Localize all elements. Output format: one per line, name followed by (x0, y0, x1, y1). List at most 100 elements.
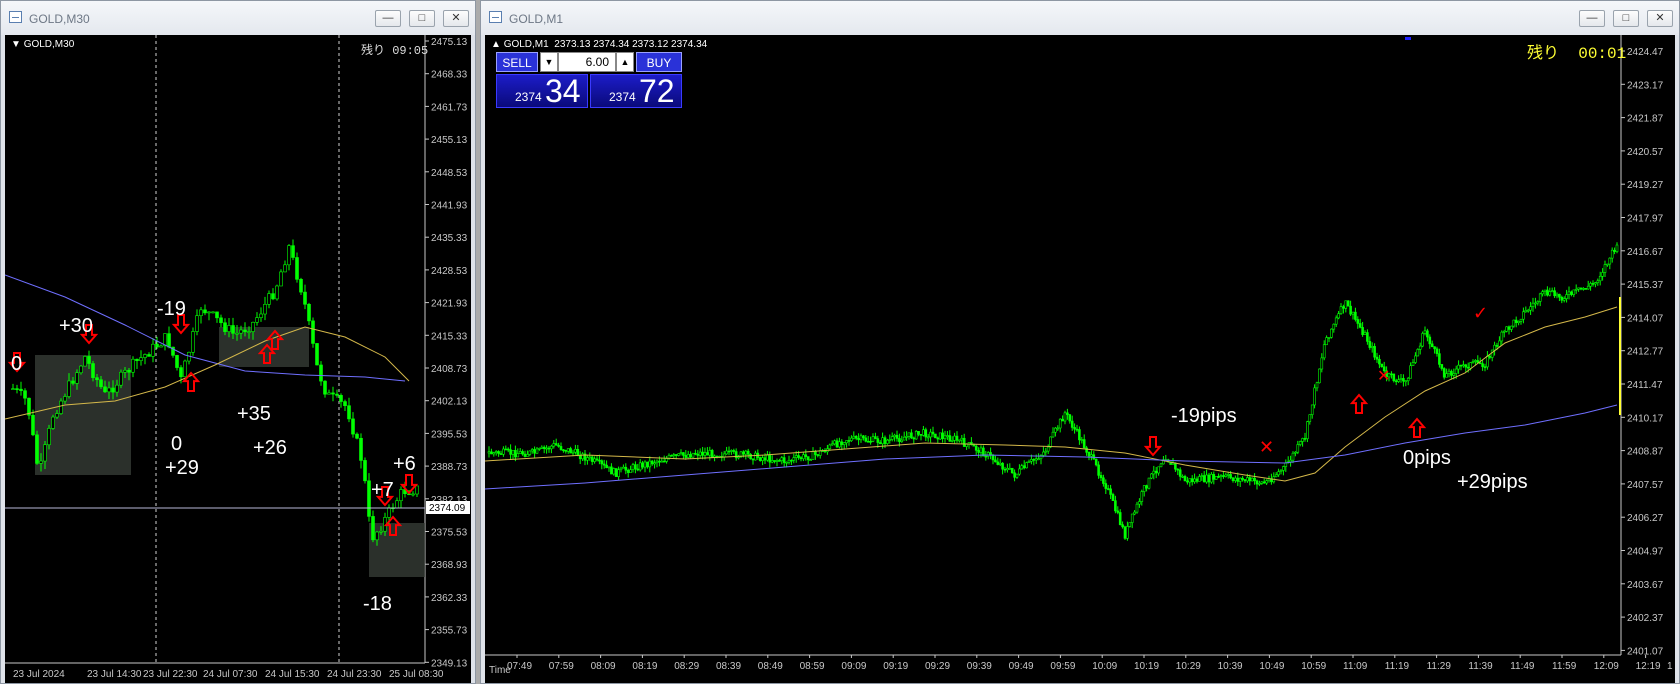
candle-body (1034, 458, 1038, 461)
candle-body (295, 257, 299, 280)
candle-body (540, 446, 544, 449)
candle-body (511, 450, 515, 455)
price-tick-label: 2355.73 (431, 626, 468, 637)
candle-body (1567, 291, 1571, 295)
candle-body (809, 459, 812, 461)
candle-body (1010, 467, 1014, 474)
minimize-icon[interactable]: — (1579, 10, 1605, 27)
candle-body (1267, 478, 1271, 482)
candle-body (996, 461, 1000, 465)
candle-body (1550, 290, 1554, 293)
candle-body (1495, 344, 1499, 347)
sell-price-big: 34 (545, 73, 581, 109)
sell-button[interactable]: SELL (496, 52, 538, 72)
candle-body (1526, 309, 1530, 312)
candle-body (1078, 429, 1081, 441)
candle-body (629, 469, 632, 473)
annotation: +30 (59, 315, 93, 337)
candle-body (51, 416, 55, 429)
candle-body (71, 380, 75, 384)
candle-body (806, 456, 810, 461)
candle-body (612, 468, 616, 475)
candle-body (682, 452, 685, 456)
candle-body (691, 452, 695, 458)
candle-body (701, 451, 704, 456)
candle-body (962, 437, 966, 447)
annotation: -19pips (1171, 405, 1237, 427)
maximize-icon[interactable]: □ (409, 10, 435, 27)
candle-body (883, 437, 887, 444)
candle-body (1051, 431, 1055, 438)
buy-price-prefix: 2374 (609, 90, 636, 104)
candle-body (778, 460, 781, 462)
candle-body (399, 489, 403, 502)
candle-body (919, 434, 923, 436)
candle-body (1114, 500, 1117, 512)
candle-body (979, 447, 983, 453)
candle-body (946, 435, 949, 437)
candle-body (559, 446, 563, 450)
candle-body (355, 433, 359, 439)
candle-body (219, 317, 223, 324)
candle-body (1318, 368, 1321, 384)
candle-body (1466, 366, 1470, 369)
candle-body (881, 437, 884, 445)
candle-body (1498, 340, 1501, 347)
lot-decrease-button[interactable]: ▼ (540, 52, 558, 72)
candle-body (1274, 474, 1278, 477)
sell-price-box[interactable]: 2374 34 (496, 73, 588, 109)
candle-body (55, 413, 59, 418)
candle-body (1195, 478, 1199, 482)
candle-body (770, 460, 774, 463)
ohlc-readout: 2373.13 2374.34 2373.12 2374.34 (554, 39, 708, 50)
lot-increase-button[interactable]: ▲ (616, 52, 634, 72)
price-tick-label: 2461.73 (431, 102, 468, 113)
right-window-titlebar[interactable]: GOLD,M1 — □ ✕ (481, 1, 1679, 35)
candle-body (1068, 414, 1072, 422)
left-chart-area[interactable]: 2475.13 2468.33 2461.73 2455.13 2448.53 2441.… (5, 35, 471, 683)
candle-body (562, 449, 565, 451)
candle-body (1296, 444, 1300, 453)
candle-body (1142, 485, 1146, 492)
candle-body (576, 448, 580, 457)
candle-body (898, 438, 901, 442)
buy-button[interactable]: BUY (636, 52, 682, 72)
candle-body (1226, 474, 1230, 476)
close-icon[interactable]: ✕ (1647, 10, 1673, 27)
candle-body (1426, 330, 1429, 338)
close-icon[interactable]: ✕ (443, 10, 469, 27)
buy-price-box[interactable]: 2374 72 (590, 73, 682, 109)
candle-body (758, 457, 762, 461)
candle-body (1181, 476, 1184, 478)
candle-body (1548, 291, 1552, 296)
candle-body (1176, 468, 1180, 471)
candle-body (811, 451, 815, 460)
minimize-icon[interactable]: — (375, 10, 401, 27)
candle-body (175, 355, 179, 368)
candle-body (1310, 404, 1314, 415)
lot-size-input[interactable]: 6.00 (558, 52, 616, 72)
right-chart-area[interactable]: ✕ ✕ ✓ 2424.47 2423.17 2421.87 2420.57 2419.27 24… (485, 35, 1675, 683)
left-price-chart: 2475.13 2468.33 2461.73 2455.13 2448.53 2441.… (5, 35, 470, 680)
time-tick-label: 08:19 (632, 661, 657, 672)
candle-body (1056, 427, 1060, 430)
candle-body (167, 333, 171, 348)
candle-body (1042, 451, 1045, 456)
maximize-icon[interactable]: □ (1613, 10, 1639, 27)
trade-level-marker (1405, 37, 1411, 40)
candle-body (1138, 501, 1141, 505)
candle-body (523, 453, 527, 457)
candle-body (847, 440, 851, 442)
price-tick-label: 2435.33 (431, 233, 468, 244)
candle-body (934, 433, 937, 439)
candle-body (103, 386, 107, 393)
candle-body (1126, 526, 1129, 539)
candle-body (1342, 306, 1345, 309)
candle-body (1097, 464, 1100, 476)
right-symbol-label: ▲ GOLD,M1 2373.13 2374.34 2373.12 2374.3… (491, 39, 708, 50)
candle-body (900, 439, 904, 442)
left-window-title: GOLD,M30 (29, 12, 90, 26)
candle-body (1212, 474, 1216, 480)
left-window-titlebar[interactable]: GOLD,M30 — □ ✕ (1, 1, 475, 35)
candle-body (845, 440, 848, 444)
